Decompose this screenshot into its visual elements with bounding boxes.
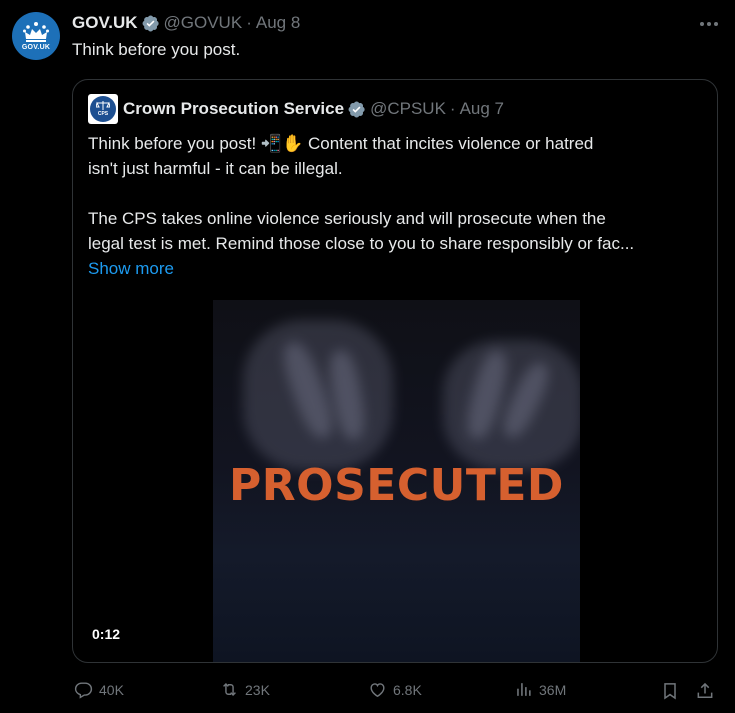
quoted-tweet-header: CPS Crown Prosecution Service @CPSUK · A… xyxy=(88,94,504,124)
quoted-avatar-label: CPS xyxy=(97,111,109,117)
reply-button[interactable]: 40K xyxy=(74,680,124,699)
share-button[interactable] xyxy=(694,680,716,702)
author-name[interactable]: GOV.UK xyxy=(72,13,138,33)
reply-count: 40K xyxy=(99,681,124,698)
quoted-text-line: Think before you post! 📲✋ Content that i… xyxy=(88,134,594,153)
share-icon xyxy=(697,682,713,698)
quoted-text-line: The CPS takes online violence seriously … xyxy=(88,209,606,228)
heart-icon xyxy=(370,683,385,698)
video-player[interactable]: PROSECUTED xyxy=(213,300,580,662)
author-handle[interactable]: @GOVUK xyxy=(164,13,243,33)
video-duration: 0:12 xyxy=(92,626,121,642)
reply-icon xyxy=(74,682,93,699)
scales-icon: CPS xyxy=(90,96,116,122)
action-bar: 40K 23K 6.8K 36M xyxy=(74,680,719,702)
video-overlay-text: PROSECUTED xyxy=(229,460,564,511)
bookmark-icon xyxy=(664,683,676,700)
quoted-tweet-text: Think before you post! 📲✋ Content that i… xyxy=(88,131,708,281)
like-count: 6.8K xyxy=(393,681,422,698)
quoted-text-line: legal test is met. Remind those close to… xyxy=(88,234,635,253)
tweet-date[interactable]: Aug 8 xyxy=(256,13,300,33)
more-horizontal-icon xyxy=(700,22,718,26)
tweet-header: GOV.UK @GOVUK · Aug 8 xyxy=(72,12,300,34)
analytics-icon xyxy=(517,683,531,696)
verified-badge-icon[interactable] xyxy=(347,100,366,119)
views-count: 36M xyxy=(539,681,567,698)
like-button[interactable]: 6.8K xyxy=(368,680,422,699)
quoted-text-line: isn't just harmful - it can be illegal. xyxy=(88,159,343,178)
repost-count: 23K xyxy=(245,681,270,698)
bookmark-button[interactable] xyxy=(659,680,681,702)
quoted-author-name[interactable]: Crown Prosecution Service xyxy=(123,99,344,119)
views-button[interactable]: 36M xyxy=(514,680,566,699)
separator-dot: · xyxy=(246,13,252,32)
tweet[interactable]: GOV.UK GOV.UK @GOVUK · Aug 8 Think befor… xyxy=(0,0,735,713)
repost-icon xyxy=(223,682,236,697)
avatar-label: GOV.UK xyxy=(21,44,51,51)
verified-badge-icon[interactable] xyxy=(141,14,160,33)
separator-dot: · xyxy=(449,99,456,118)
show-more-link[interactable]: Show more xyxy=(88,256,708,281)
quoted-tweet[interactable]: CPS Crown Prosecution Service @CPSUK · A… xyxy=(72,79,718,663)
avatar[interactable]: GOV.UK xyxy=(12,12,60,60)
quoted-tweet-date[interactable]: Aug 7 xyxy=(460,99,504,119)
quoted-avatar[interactable]: CPS xyxy=(88,94,118,124)
repost-button[interactable]: 23K xyxy=(220,680,270,699)
crown-icon xyxy=(23,22,49,42)
more-options-button[interactable] xyxy=(697,14,721,34)
tweet-text: Think before you post. xyxy=(72,40,241,59)
quoted-author-handle[interactable]: @CPSUK xyxy=(370,99,446,119)
